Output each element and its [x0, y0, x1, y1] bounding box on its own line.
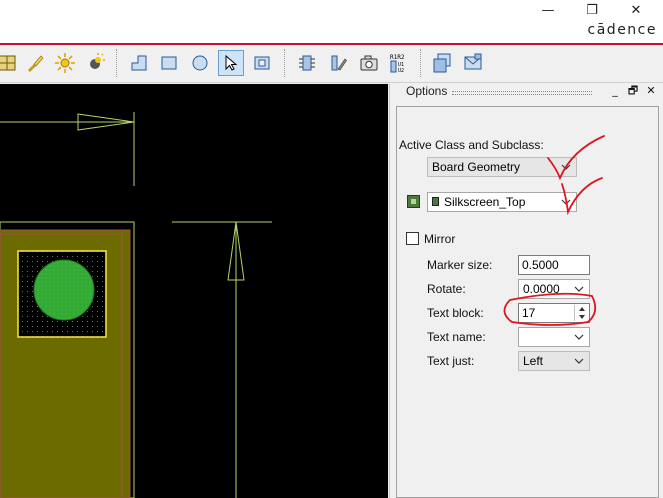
red-checkmark-annotation	[561, 177, 603, 216]
red-checkmark-annotation	[547, 135, 605, 181]
red-highlight-annotation	[503, 292, 597, 326]
allegro-window: — ❐ ✕ cādence R1R2 U1 U2 Options _ 🗗 ✕ A…	[0, 0, 663, 498]
annotation-overlay	[503, 135, 605, 326]
